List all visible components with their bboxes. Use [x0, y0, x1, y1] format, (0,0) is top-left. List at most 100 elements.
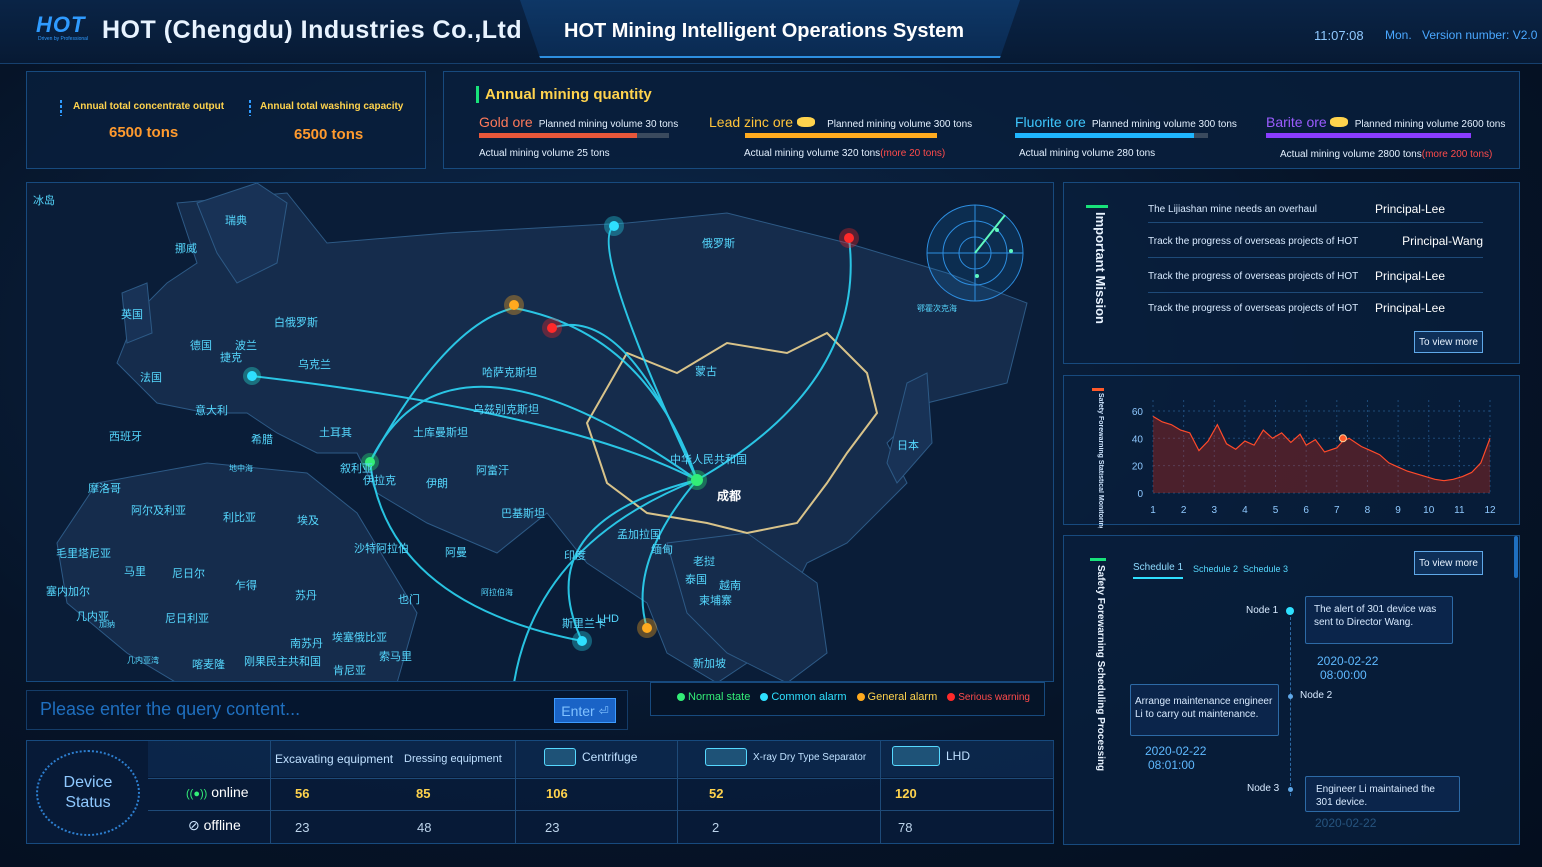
x-tick-label: 7 — [1334, 505, 1340, 516]
map-label: 马里 — [124, 566, 146, 578]
map-label: 埃塞俄比亚 — [332, 632, 387, 644]
peak-marker — [1338, 434, 1347, 443]
mission-item[interactable]: Track the progress of overseas projects … — [1148, 225, 1483, 257]
map-label: 法国 — [140, 372, 162, 384]
mission-item[interactable]: The Lijiashan mine needs an overhaul Pri… — [1148, 196, 1483, 222]
map-label: 德国 — [190, 340, 212, 352]
map-label: 阿曼 — [445, 547, 467, 559]
map-label: 刚果民主共和国 — [244, 656, 321, 668]
node-1-date: 2020-02-22 — [1317, 654, 1379, 668]
mission-owner: Principal-Lee — [1374, 202, 1445, 216]
map-label: 老挝 — [693, 556, 715, 568]
node-1-card[interactable]: The alert of 301 device was sent to Dire… — [1305, 596, 1453, 644]
tab-schedule-2[interactable]: Schedule 2 — [1193, 564, 1238, 574]
mining-panel-title: Annual mining quantity — [476, 86, 652, 103]
map-label: 印度 — [564, 550, 586, 562]
map-label: 冰岛 — [33, 195, 55, 207]
map-label: 毛里塔尼亚 — [56, 548, 111, 560]
mission-divider — [1148, 257, 1483, 258]
map-label: 俄罗斯 — [702, 238, 735, 250]
ore-item-barite: Barite ore Planned mining volume 2600 to… — [1266, 114, 1518, 160]
node-3-card[interactable]: Engineer Li maintained the 301 device. — [1305, 776, 1460, 812]
map-label: 阿拉伯海 — [481, 588, 513, 597]
logo-tagline: Driven by Professional — [38, 36, 89, 42]
y-tick-label: 20 — [1132, 462, 1144, 473]
gold-nugget-icon — [1329, 117, 1348, 127]
mission-owner: Principal-Lee — [1374, 301, 1445, 315]
mission-item[interactable]: Track the progress of overseas projects … — [1148, 260, 1483, 292]
x-tick-label: 4 — [1242, 505, 1248, 516]
ore-planned: Planned mining volume 30 tons — [538, 119, 679, 130]
map-label: 新加坡 — [693, 658, 726, 670]
schedule-view-more-button[interactable]: To view more — [1414, 551, 1483, 575]
node-2-card[interactable]: Arrange maintenance engineer Li to carry… — [1130, 684, 1279, 736]
online-centrifuge: 106 — [546, 786, 568, 801]
map-label: 土库曼斯坦 — [413, 427, 468, 439]
offline-xray: 2 — [712, 820, 720, 835]
ore-actual: Actual mining volume 25 tons — [479, 148, 610, 159]
world-map-panel[interactable]: 冰岛 瑞典 挪威 俄罗斯 英国 白俄罗斯 波兰 德国 法国 乌克兰 捷克 意大利… — [26, 182, 1054, 682]
map-label: 泰国 — [685, 574, 707, 586]
mission-text: Track the progress of overseas projects … — [1148, 302, 1359, 314]
offline-centrifuge: 23 — [545, 820, 560, 835]
map-label: 乌兹别克斯坦 — [473, 404, 539, 416]
table-divider — [148, 810, 1054, 811]
x-tick-label: 10 — [1423, 505, 1435, 516]
map-label: 苏丹 — [295, 590, 317, 602]
map-label: 英国 — [121, 309, 143, 321]
enter-button[interactable]: Enter ⏎ — [554, 698, 616, 723]
offline-lhd: 78 — [898, 820, 913, 835]
x-tick-label: 3 — [1211, 505, 1217, 516]
ore-item-fluorite: Fluorite ore Planned mining volume 300 t… — [1015, 114, 1260, 159]
tab-schedule-1[interactable]: Schedule 1 — [1133, 562, 1184, 579]
map-label: 肯尼亚 — [333, 665, 366, 677]
x-tick-label: 9 — [1395, 505, 1401, 516]
map-label: 加纳 — [99, 620, 115, 629]
tab-schedule-3[interactable]: Schedule 3 — [1243, 564, 1288, 574]
map-label: 捷克 — [220, 352, 242, 364]
mission-text: Track the progress of overseas projects … — [1148, 235, 1359, 247]
map-label: 巴基斯坦 — [501, 508, 545, 520]
mission-item[interactable]: Track the progress of overseas projects … — [1148, 293, 1483, 323]
company-name: HOT (Chengdu) Industries Co.,Ltd — [102, 16, 523, 44]
map-label: 南苏丹 — [290, 638, 323, 650]
mission-view-more-button[interactable]: To view more — [1414, 331, 1483, 353]
legend-general: General alarm — [856, 691, 937, 703]
map-legend: Normal state Common alarm General alarm … — [650, 682, 1045, 716]
device-status-badge: Device Status — [36, 750, 140, 836]
online-signal-icon: ((●)) — [186, 788, 208, 800]
map-label: 西班牙 — [109, 431, 142, 443]
node-1-time: 08:00:00 — [1320, 668, 1367, 682]
col-sep — [677, 741, 678, 844]
map-label: 索马里 — [379, 651, 412, 663]
ore-progress-fill — [479, 133, 637, 138]
map-label: 瑞典 — [225, 215, 247, 227]
col-centrifuge: Centrifuge — [544, 748, 637, 766]
col-excavating: Excavating equipment — [275, 752, 394, 766]
ore-actual: Actual mining volume 2800 tons(more 200 … — [1280, 149, 1493, 160]
system-title: HOT Mining Intelligent Operations System — [564, 20, 965, 42]
world-map-svg[interactable] — [27, 183, 1054, 682]
node-2-label: Node 2 — [1300, 690, 1333, 701]
map-label: 阿富汗 — [476, 465, 509, 477]
map-label: 塞内加尔 — [46, 586, 90, 598]
device-title-line1: Device — [63, 774, 113, 791]
washing-capacity-value: 6500 tons — [294, 126, 364, 143]
node-2-date: 2020-02-22 — [1145, 744, 1207, 758]
node-3-date: 2020-02-22 — [1315, 816, 1377, 830]
ore-item-lead-zinc: Lead zinc ore Planned mining volume 300 … — [709, 114, 989, 159]
y-tick-label: 60 — [1132, 407, 1144, 418]
query-input[interactable] — [40, 696, 540, 722]
x-tick-label: 6 — [1303, 505, 1309, 516]
timeline-node-dot — [1288, 787, 1293, 792]
xray-separator-icon — [705, 748, 747, 766]
scheduling-scrollbar[interactable] — [1514, 536, 1518, 578]
enter-button-label: Enter — [561, 702, 595, 719]
x-tick-label: 11 — [1454, 505, 1465, 516]
map-label: 摩洛哥 — [88, 483, 121, 495]
radar-scanner — [926, 204, 1024, 302]
col-lhd: LHD — [892, 746, 970, 766]
map-label: 希腊 — [251, 434, 273, 446]
divider — [249, 100, 251, 116]
map-label: 挪威 — [175, 243, 197, 255]
